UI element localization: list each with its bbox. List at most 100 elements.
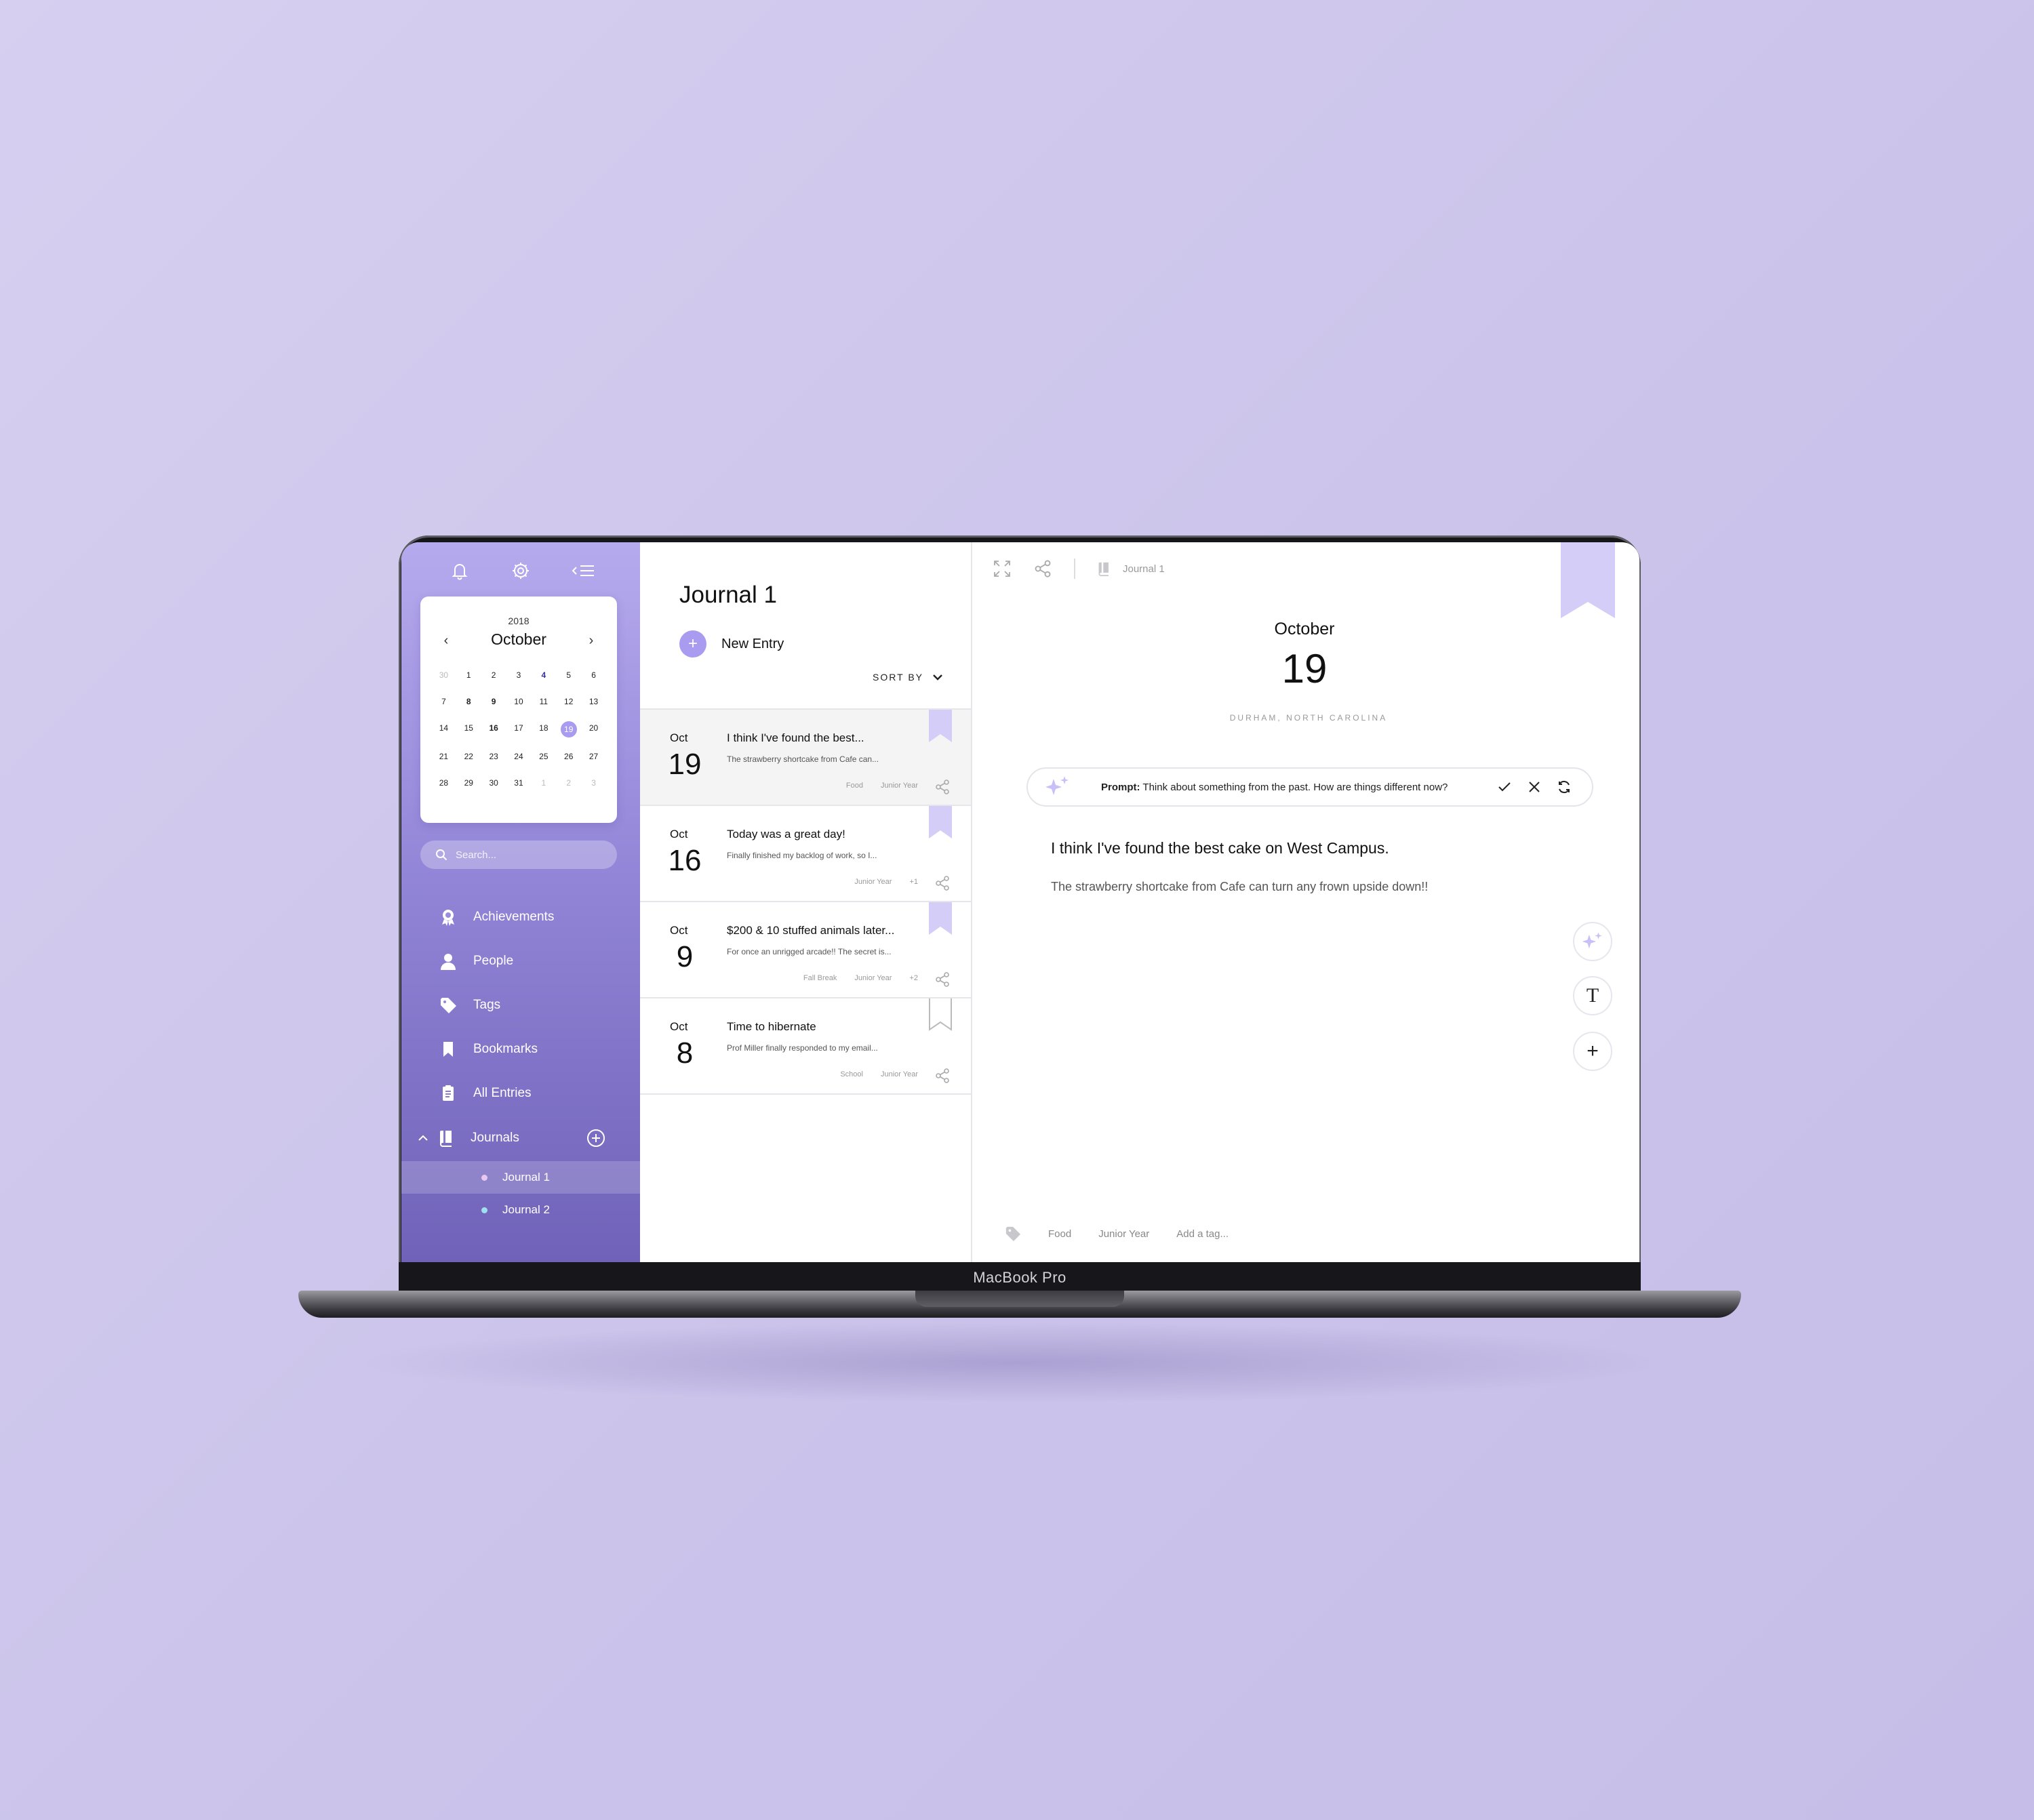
- calendar-day[interactable]: 13: [585, 695, 603, 709]
- calendar-day[interactable]: 4: [535, 668, 553, 683]
- entry-tag[interactable]: Food: [1048, 1228, 1071, 1240]
- entry-tag-more[interactable]: +1: [909, 878, 918, 886]
- check-icon[interactable]: [1497, 780, 1512, 794]
- entry-tags: Fall Break Junior Year +2: [803, 974, 918, 982]
- calendar-day[interactable]: 11: [535, 695, 553, 709]
- calendar-day[interactable]: 31: [510, 776, 527, 790]
- gear-icon[interactable]: [510, 560, 532, 582]
- entry-tag[interactable]: School: [840, 1070, 863, 1078]
- calendar-day[interactable]: 26: [560, 750, 578, 764]
- share-icon[interactable]: [934, 779, 951, 795]
- entry-card[interactable]: Oct 9 $200 & 10 stuffed animals later...…: [640, 902, 971, 998]
- calendar-day[interactable]: 1: [460, 668, 477, 683]
- sidebar-item-all-entries[interactable]: All Entries: [401, 1071, 640, 1115]
- entries-icon: [439, 1085, 457, 1102]
- entry-tag-more[interactable]: +2: [909, 974, 918, 982]
- calendar-day-selected[interactable]: 19: [560, 721, 577, 737]
- sidebar-item-tags[interactable]: Tags: [401, 983, 640, 1027]
- close-icon[interactable]: [1527, 780, 1542, 794]
- entry-card[interactable]: Oct 16 Today was a great day! Finally fi…: [640, 806, 971, 902]
- calendar-day[interactable]: 1: [535, 776, 553, 790]
- calendar-day[interactable]: 25: [535, 750, 553, 764]
- share-icon[interactable]: [934, 875, 951, 891]
- entry-editor: Journal 1 October 19 DURHAM, NORTH CAROL…: [972, 542, 1639, 1262]
- entry-heading[interactable]: I think I've found the best cake on West…: [1051, 839, 1389, 857]
- calendar-day[interactable]: 29: [460, 776, 477, 790]
- calendar-day[interactable]: 5: [560, 668, 578, 683]
- bookmark-ribbon-icon[interactable]: [1561, 542, 1615, 618]
- bell-icon[interactable]: [449, 560, 471, 582]
- calendar-next-button[interactable]: ›: [584, 633, 598, 649]
- share-icon[interactable]: [1033, 559, 1052, 578]
- calendar-day[interactable]: 15: [460, 721, 477, 735]
- calendar-day[interactable]: 23: [485, 750, 502, 764]
- calendar-day[interactable]: 2: [485, 668, 502, 683]
- prompt-actions: [1497, 780, 1572, 794]
- entry-tag[interactable]: Junior Year: [1098, 1228, 1149, 1240]
- calendar-day[interactable]: 7: [435, 695, 452, 709]
- calendar-day[interactable]: 3: [510, 668, 527, 683]
- new-entry-button[interactable]: + New Entry: [679, 630, 784, 658]
- add-journal-icon[interactable]: [586, 1128, 606, 1148]
- add-media-button[interactable]: +: [1573, 1032, 1612, 1071]
- calendar-day[interactable]: 21: [435, 750, 452, 764]
- calendar-day[interactable]: 12: [560, 695, 578, 709]
- bookmark-ribbon-icon[interactable]: [929, 806, 952, 838]
- calendar-day[interactable]: 17: [510, 721, 527, 735]
- entry-card[interactable]: Oct 8 Time to hibernate Prof Miller fina…: [640, 998, 971, 1095]
- entry-tag[interactable]: Junior Year: [881, 1070, 918, 1078]
- calendar-day[interactable]: 6: [585, 668, 603, 683]
- entry-day: 8: [676, 1036, 694, 1070]
- sort-by-dropdown[interactable]: SORT BY: [873, 671, 944, 683]
- calendar-day[interactable]: 18: [535, 721, 553, 735]
- search-input[interactable]: Search...: [420, 841, 617, 869]
- bookmark-ribbon-icon[interactable]: [929, 902, 952, 935]
- entry-month: Oct: [670, 924, 688, 937]
- calendar-day[interactable]: 28: [435, 776, 452, 790]
- calendar-day[interactable]: 22: [460, 750, 477, 764]
- entry-tag[interactable]: Junior Year: [854, 878, 892, 886]
- bookmark-ribbon-icon[interactable]: [929, 710, 952, 742]
- entry-tag[interactable]: Junior Year: [854, 974, 892, 982]
- calendar-day[interactable]: 10: [510, 695, 527, 709]
- calendar-day[interactable]: 30: [435, 668, 452, 683]
- entry-tag[interactable]: Food: [846, 782, 863, 790]
- share-icon[interactable]: [934, 971, 951, 988]
- calendar-day[interactable]: 14: [435, 721, 452, 735]
- entry-month: Oct: [670, 1020, 688, 1033]
- calendar-day[interactable]: 27: [585, 750, 603, 764]
- collapse-menu-icon[interactable]: [571, 560, 594, 582]
- sidebar-item-bookmarks[interactable]: Bookmarks: [401, 1027, 640, 1071]
- plus-icon: +: [1587, 1040, 1599, 1062]
- sidebar-item-journals[interactable]: Journals: [401, 1115, 640, 1161]
- prompt-sparkle-button[interactable]: [1573, 922, 1612, 961]
- entry-card[interactable]: Oct 19 I think I've found the best... Th…: [640, 710, 971, 806]
- prompt-body: Think about something from the past. How…: [1142, 781, 1448, 793]
- sidebar-item-journal-2[interactable]: Journal 2: [401, 1194, 640, 1226]
- calendar-day[interactable]: 3: [585, 776, 603, 790]
- app-screen: 2018 ‹ October › 30 1 2 3 4 5 6 7 8 9 10…: [401, 542, 1639, 1262]
- bookmark-outline-icon[interactable]: [929, 998, 952, 1031]
- calendar-day[interactable]: 30: [485, 776, 502, 790]
- share-icon[interactable]: [934, 1068, 951, 1084]
- chevron-up-icon[interactable]: [416, 1131, 430, 1145]
- journal-selector[interactable]: Journal 1: [1097, 561, 1165, 576]
- entry-body-text[interactable]: The strawberry shortcake from Cafe can t…: [1051, 880, 1428, 894]
- calendar-day[interactable]: 20: [585, 721, 603, 735]
- entry-tag[interactable]: Fall Break: [803, 974, 837, 982]
- text-format-button[interactable]: T: [1573, 976, 1612, 1015]
- expand-icon[interactable]: [993, 559, 1012, 578]
- calendar-day[interactable]: 16: [485, 721, 502, 735]
- calendar-day[interactable]: 24: [510, 750, 527, 764]
- calendar-day[interactable]: 8: [460, 695, 477, 709]
- sidebar-item-people[interactable]: People: [401, 939, 640, 983]
- add-tag-input[interactable]: Add a tag...: [1176, 1228, 1229, 1240]
- calendar-day[interactable]: 9: [485, 695, 502, 709]
- sidebar-item-achievements[interactable]: Achievements: [401, 895, 640, 939]
- entry-tag[interactable]: Junior Year: [881, 782, 918, 790]
- sidebar-item-journal-1[interactable]: Journal 1: [401, 1161, 640, 1194]
- calendar-day[interactable]: 2: [560, 776, 578, 790]
- entry-preview: For once an unrigged arcade!! The secret…: [727, 947, 892, 956]
- entry-day: 9: [676, 940, 694, 973]
- refresh-icon[interactable]: [1557, 780, 1572, 794]
